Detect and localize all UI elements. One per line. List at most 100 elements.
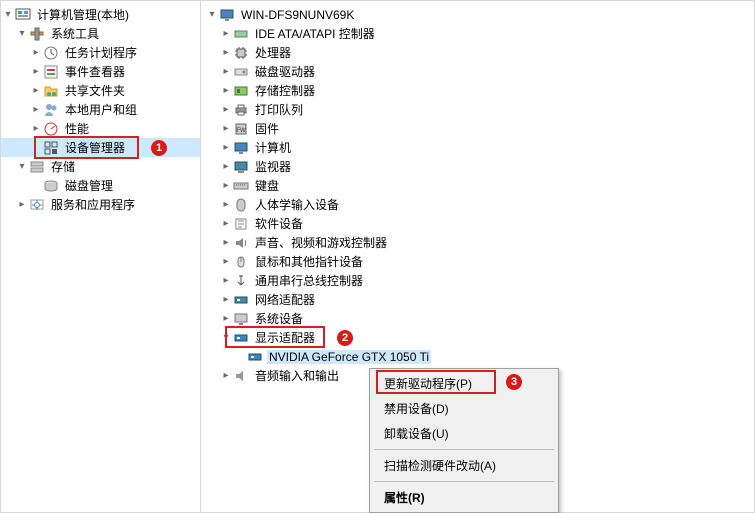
gpu-icon [247, 349, 263, 365]
device-label: 存储控制器 [253, 82, 317, 99]
chevron-down-icon[interactable]: ▾ [1, 9, 15, 20]
computer-management-icon [15, 7, 31, 23]
chevron-right-icon[interactable]: ▸ [29, 66, 43, 77]
tree-device-manager[interactable]: 设备管理器 [1, 138, 200, 157]
tree-label: 本地用户和组 [63, 101, 139, 118]
chevron-right-icon[interactable]: ▸ [29, 47, 43, 58]
tree-system-tools[interactable]: ▾ 系统工具 [1, 24, 200, 43]
users-icon [43, 102, 59, 118]
device-category-software-devices[interactable]: ▸软件设备 [201, 214, 754, 233]
device-label: 处理器 [253, 44, 293, 61]
chevron-right-icon[interactable]: ▸ [219, 237, 233, 248]
device-category-disk-drives[interactable]: ▸ 磁盘驱动器 [201, 62, 754, 81]
chevron-down-icon[interactable]: ▾ [15, 28, 29, 39]
tree-label: 任务计划程序 [63, 44, 139, 61]
device-category-usb[interactable]: ▸通用串行总线控制器 [201, 271, 754, 290]
device-category-storage-ctrl[interactable]: ▸ 存储控制器 [201, 81, 754, 100]
device-category-mouse[interactable]: ▸ 鼠标和其他指针设备 [201, 252, 754, 271]
system-device-icon [233, 311, 249, 327]
services-icon [29, 197, 45, 213]
device-label: 显示适配器 [253, 329, 317, 346]
svg-text:FW: FW [236, 128, 246, 134]
device-root[interactable]: ▾ WIN-DFS9NUNV69K [201, 5, 754, 24]
menu-separator [374, 481, 554, 482]
device-manager-icon [43, 140, 59, 156]
chevron-right-icon[interactable]: ▸ [219, 85, 233, 96]
keyboard-icon [233, 178, 249, 194]
chevron-down-icon[interactable]: ▾ [205, 9, 219, 20]
tree-label: 存储 [49, 158, 77, 175]
tree-disk-management[interactable]: 磁盘管理 [1, 176, 200, 195]
tree-label: 磁盘管理 [63, 177, 115, 194]
device-category-firmware[interactable]: ▸FW 固件 [201, 119, 754, 138]
firmware-icon: FW [233, 121, 249, 137]
device-label: 网络适配器 [253, 291, 317, 308]
tree-label: 系统工具 [49, 25, 101, 42]
chevron-right-icon[interactable]: ▸ [219, 218, 233, 229]
chevron-right-icon[interactable]: ▸ [219, 180, 233, 191]
device-category-display-adapters[interactable]: ▾ 显示适配器 [201, 328, 754, 347]
tree-event-viewer[interactable]: ▸ 事件查看器 [1, 62, 200, 81]
chevron-right-icon[interactable]: ▸ [219, 28, 233, 39]
device-category-keyboards[interactable]: ▸键盘 [201, 176, 754, 195]
printer-icon [233, 102, 249, 118]
chevron-right-icon[interactable]: ▸ [219, 66, 233, 77]
menu-disable-device[interactable]: 禁用设备(D) [370, 396, 558, 421]
tree-label: 共享文件夹 [63, 82, 127, 99]
device-category-hid[interactable]: ▸ 人体学输入设备 [201, 195, 754, 214]
menu-update-driver[interactable]: 更新驱动程序(P) [370, 371, 558, 396]
menu-scan-hardware[interactable]: 扫描检测硬件改动(A) [370, 453, 558, 478]
tree-label: 服务和应用程序 [49, 196, 137, 213]
tools-icon [29, 26, 45, 42]
tree-label: 设备管理器 [63, 139, 127, 156]
tree-task-scheduler[interactable]: ▸ 任务计划程序 [1, 43, 200, 62]
device-category-monitors[interactable]: ▸ 监视器 [201, 157, 754, 176]
tree-label: 性能 [63, 120, 91, 137]
network-adapter-icon [233, 292, 249, 308]
device-label: 监视器 [253, 158, 293, 175]
menu-properties[interactable]: 属性(R) [370, 485, 558, 510]
tree-storage[interactable]: ▾ 存储 [1, 157, 200, 176]
device-category-system-devices[interactable]: ▸系统设备 [201, 309, 754, 328]
chevron-down-icon[interactable]: ▾ [15, 161, 29, 172]
chevron-right-icon[interactable]: ▸ [219, 142, 233, 153]
chevron-right-icon[interactable]: ▸ [219, 313, 233, 324]
chevron-right-icon[interactable]: ▸ [219, 256, 233, 267]
performance-icon [43, 121, 59, 137]
device-category-sound[interactable]: ▸声音、视频和游戏控制器 [201, 233, 754, 252]
chevron-right-icon[interactable]: ▸ [219, 47, 233, 58]
tree-performance[interactable]: ▸ 性能 [1, 119, 200, 138]
chevron-right-icon[interactable]: ▸ [29, 104, 43, 115]
chevron-right-icon[interactable]: ▸ [219, 370, 233, 381]
device-category-ide[interactable]: ▸ IDE ATA/ATAPI 控制器 [201, 24, 754, 43]
usb-icon [233, 273, 249, 289]
menu-uninstall-device[interactable]: 卸载设备(U) [370, 421, 558, 446]
device-label: 人体学输入设备 [253, 196, 341, 213]
chevron-right-icon[interactable]: ▸ [219, 294, 233, 305]
device-category-network[interactable]: ▸ 网络适配器 [201, 290, 754, 309]
device-label: 固件 [253, 120, 281, 137]
disk-icon [43, 178, 59, 194]
chevron-right-icon[interactable]: ▸ [219, 123, 233, 134]
chevron-right-icon[interactable]: ▸ [219, 199, 233, 210]
device-category-cpu[interactable]: ▸ 处理器 [201, 43, 754, 62]
chevron-right-icon[interactable]: ▸ [219, 161, 233, 172]
device-label: 鼠标和其他指针设备 [253, 253, 365, 270]
device-category-computer[interactable]: ▸计算机 [201, 138, 754, 157]
device-gpu[interactable]: NVIDIA GeForce GTX 1050 Ti [201, 347, 754, 366]
tree-label: 事件查看器 [63, 63, 127, 80]
device-label: IDE ATA/ATAPI 控制器 [253, 25, 377, 42]
chevron-right-icon[interactable]: ▸ [15, 199, 29, 210]
tree-services-apps[interactable]: ▸ 服务和应用程序 [1, 195, 200, 214]
chevron-right-icon[interactable]: ▸ [219, 104, 233, 115]
tree-root-computer-management[interactable]: ▾ 计算机管理(本地) [1, 5, 200, 24]
display-adapter-icon [233, 330, 249, 346]
chevron-down-icon[interactable]: ▾ [219, 332, 233, 343]
chevron-right-icon[interactable]: ▸ [219, 275, 233, 286]
chevron-right-icon[interactable]: ▸ [29, 85, 43, 96]
tree-local-users[interactable]: ▸ 本地用户和组 [1, 100, 200, 119]
device-category-print-queues[interactable]: ▸打印队列 [201, 100, 754, 119]
device-label: 磁盘驱动器 [253, 63, 317, 80]
tree-shared-folders[interactable]: ▸ 共享文件夹 [1, 81, 200, 100]
chevron-right-icon[interactable]: ▸ [29, 123, 43, 134]
